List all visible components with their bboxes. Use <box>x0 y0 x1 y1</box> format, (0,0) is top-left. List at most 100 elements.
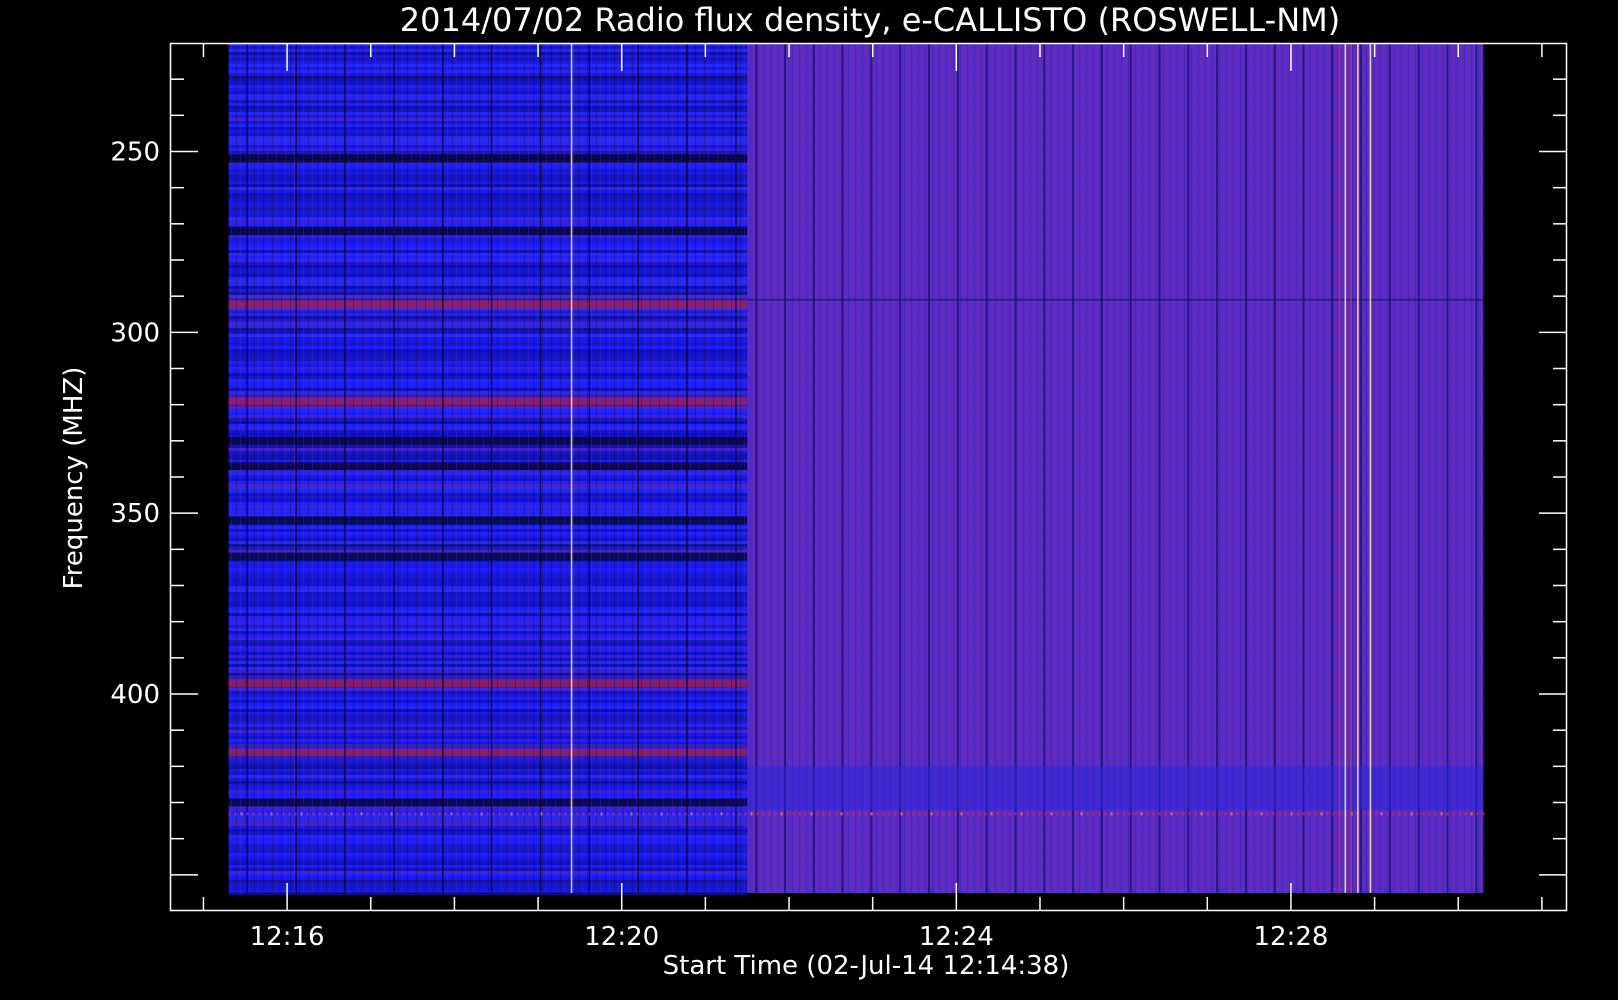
interference-dot <box>696 812 699 816</box>
interference-dot <box>468 812 471 816</box>
interference-dot <box>660 812 663 816</box>
spectrogram-heatmap <box>228 43 1484 895</box>
interference-dot <box>432 812 435 816</box>
interference-dot <box>756 812 759 816</box>
interference-dot <box>732 812 735 816</box>
interference-dot <box>1176 812 1179 816</box>
interference-dot <box>348 812 351 816</box>
interference-dot <box>408 812 411 816</box>
interference-dot <box>810 812 813 816</box>
interference-dot <box>1224 812 1227 816</box>
dark-vertical-streak <box>1014 43 1017 893</box>
interference-dot <box>912 812 915 816</box>
interference-dot <box>1380 812 1383 816</box>
dark-vertical-streak <box>1417 43 1420 893</box>
interference-dot <box>852 812 855 816</box>
interference-dot <box>1014 812 1017 816</box>
interference-dot <box>1470 812 1473 816</box>
interference-dot <box>1068 812 1071 816</box>
dark-vertical-streak <box>442 43 444 893</box>
interference-dot <box>1194 812 1197 816</box>
interference-dot <box>1260 812 1263 816</box>
faint-horizontal-line <box>747 298 1484 301</box>
interference-dot <box>978 812 981 816</box>
dark-vertical-streak <box>1388 43 1391 893</box>
x-tick-labels: 12:16 12:20 12:24 12:28 <box>250 922 1329 952</box>
interference-dot <box>516 812 519 816</box>
interference-dot <box>1026 812 1029 816</box>
interference-dot <box>402 812 405 816</box>
interference-dot <box>522 812 525 816</box>
interference-dot <box>1158 812 1161 816</box>
y-tick-label: 300 <box>110 318 160 348</box>
dark-vertical-streak <box>1446 43 1449 893</box>
interference-dot <box>1050 812 1053 816</box>
interference-dot <box>294 812 297 816</box>
interference-dot <box>1146 812 1149 816</box>
interference-dot <box>1452 812 1455 816</box>
x-tick-label: 12:20 <box>584 922 659 952</box>
interference-dot <box>1188 812 1191 816</box>
interference-dot <box>816 812 819 816</box>
interference-dot <box>1206 812 1209 816</box>
interference-dot <box>888 812 891 816</box>
interference-dot <box>282 812 285 816</box>
interference-dot <box>498 812 501 816</box>
interference-dot <box>1032 812 1035 816</box>
right-streak-texture <box>747 43 1484 893</box>
interference-dot <box>288 812 291 816</box>
interference-dot <box>1482 812 1485 816</box>
interference-dot <box>1092 812 1095 816</box>
dark-vertical-streak <box>344 43 346 893</box>
interference-dot <box>636 812 639 816</box>
interference-dot <box>480 812 483 816</box>
interference-dot <box>546 812 549 816</box>
dark-vertical-streak <box>1216 43 1219 893</box>
interference-dot <box>690 812 693 816</box>
interference-dot <box>972 812 975 816</box>
interference-dot <box>366 812 369 816</box>
interference-dot <box>1422 812 1425 816</box>
interference-dot <box>342 812 345 816</box>
interference-dot <box>750 812 753 816</box>
interference-dot <box>1044 812 1047 816</box>
interference-dot <box>1446 812 1449 816</box>
interference-dot <box>552 812 555 816</box>
interference-dot <box>1170 812 1173 816</box>
interference-dot <box>1080 812 1083 816</box>
interference-dot <box>942 812 945 816</box>
interference-dot <box>1410 812 1413 816</box>
y-tick-labels: 250 300 350 400 <box>110 138 160 711</box>
dark-vertical-streak <box>985 43 988 893</box>
y-tick-label: 350 <box>110 499 160 529</box>
dark-vertical-streak <box>1331 43 1334 893</box>
interference-dot <box>354 812 357 816</box>
chart-title: 2014/07/02 Radio flux density, e-CALLIST… <box>400 1 1340 39</box>
interference-dot <box>540 812 543 816</box>
interference-dot <box>504 812 507 816</box>
interference-dot <box>774 812 777 816</box>
interference-dot <box>684 812 687 816</box>
interference-dot <box>528 812 531 816</box>
interference-dot <box>930 812 933 816</box>
dark-vertical-streak <box>490 43 493 893</box>
interference-dot <box>1038 812 1041 816</box>
interference-dot <box>588 812 591 816</box>
interference-dot <box>306 812 309 816</box>
dark-vertical-streak <box>735 43 737 893</box>
x-tick-label: 12:24 <box>919 922 994 952</box>
interference-dot <box>414 812 417 816</box>
interference-dot <box>1002 812 1005 816</box>
interference-dot <box>798 812 801 816</box>
interference-dot <box>234 812 237 816</box>
dark-vertical-streak <box>539 43 542 893</box>
interference-dot <box>258 812 261 816</box>
interference-dot <box>966 812 969 816</box>
interference-dot <box>438 812 441 816</box>
bright-vertical-line <box>1357 43 1359 893</box>
x-tick-label: 12:28 <box>1253 922 1328 952</box>
interference-dot <box>630 812 633 816</box>
interference-dot <box>534 812 537 816</box>
interference-dot <box>1332 812 1335 816</box>
dark-vertical-streak <box>899 43 902 893</box>
